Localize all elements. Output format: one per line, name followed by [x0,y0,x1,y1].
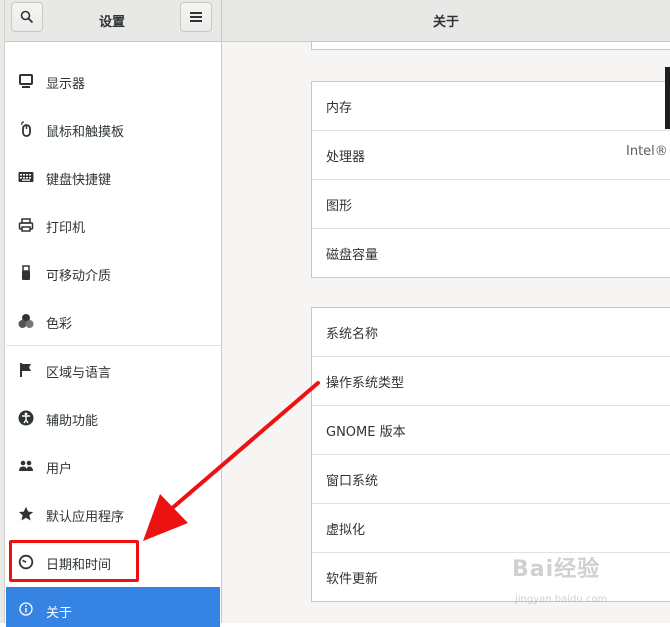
software-list: 系统名称 操作系统类型 GNOME 版本 窗口系统 虚拟化 软件更新 [311,307,670,602]
list-row-processor: 处理器 Intel® [312,131,670,180]
row-label: 软件更新 [326,572,379,587]
sidebar-item-label: 区域与语言 [46,366,112,381]
sidebar: 显示器 鼠标和触摸板 键盘快捷键 打印机 可移动介质 色彩 区域与语言 辅助功能… [0,42,222,627]
top-list-frame [311,42,670,50]
watermark-url: jingyan.baidu.com [515,594,608,605]
sidebar-item-color[interactable]: 色彩 [6,298,220,346]
list-row-virtualization: 虚拟化 [312,504,670,553]
annotation-highlight-box [9,540,139,582]
info-icon [19,602,33,616]
sidebar-item-keyboard[interactable]: 键盘快捷键 [6,154,220,202]
watermark-logo: Bai经验 [512,557,601,582]
sidebar-item-users[interactable]: 用户 [6,443,220,491]
sidebar-item-label: 打印机 [46,221,86,236]
row-label: 操作系统类型 [326,376,405,391]
list-row-os-type: 操作系统类型 [312,357,670,406]
sidebar-item-label: 键盘快捷键 [46,173,112,188]
hamburger-menu-icon [190,12,202,22]
sidebar-item-label: 显示器 [46,77,86,92]
list-row-graphics: 图形 [312,180,670,229]
sidebar-item-label: 可移动介质 [46,269,112,284]
star-icon [18,506,34,521]
row-label: 内存 [326,101,353,116]
row-value: Intel® [626,144,668,159]
list-row-gnome-version: GNOME 版本 [312,406,670,455]
sidebar-item-default-apps[interactable]: 默认应用程序 [6,491,220,539]
row-label: 虚拟化 [326,523,366,538]
sidebar-item-region-language[interactable]: 区域与语言 [6,347,220,395]
keyboard-icon [18,172,34,182]
sidebar-item-display[interactable]: 显示器 [6,58,220,106]
search-button[interactable] [11,2,43,32]
list-row-disk-capacity: 磁盘容量 [312,229,670,278]
row-label: 图形 [326,199,353,214]
list-row-software-updates[interactable]: 软件更新 [312,553,670,602]
row-label: GNOME 版本 [326,425,406,440]
search-icon [20,10,34,24]
sidebar-title: 设置 [98,15,125,30]
flag-icon [20,363,31,377]
row-label: 系统名称 [326,327,379,342]
sidebar-item-about[interactable]: 关于 [6,587,220,627]
hardware-list: 内存 处理器 Intel® 图形 磁盘容量 [311,81,670,278]
sidebar-item-mouse[interactable]: 鼠标和触摸板 [6,106,220,154]
window-edge-strip [665,67,670,129]
list-row-memory: 内存 [312,82,670,131]
sidebar-separator [6,345,221,346]
sidebar-item-label: 关于 [46,606,73,621]
sidebar-item-removable-media[interactable]: 可移动介质 [6,250,220,298]
users-icon [19,460,33,471]
printer-icon [18,218,34,232]
sidebar-item-printers[interactable]: 打印机 [6,202,220,250]
sidebar-item-label: 色彩 [46,317,73,332]
display-icon [19,74,33,88]
removable-media-icon [22,265,30,280]
header-bar: 设置 关于 [0,0,670,42]
page-title: 关于 [432,15,459,30]
list-row-os-name: 系统名称 [312,308,670,357]
sidebar-item-label: 鼠标和触摸板 [46,125,125,140]
sidebar-item-accessibility[interactable]: 辅助功能 [6,395,220,443]
accessibility-icon [18,410,34,426]
row-label: 磁盘容量 [326,248,379,263]
color-icon [18,314,34,328]
row-label: 处理器 [326,150,366,165]
sidebar-item-label: 默认应用程序 [46,510,125,525]
list-row-windowing-system: 窗口系统 [312,455,670,504]
row-label: 窗口系统 [326,474,379,489]
about-panel: 内存 处理器 Intel® 图形 磁盘容量 系统名称 操作系统类型 GNOME … [222,42,670,623]
sidebar-item-label: 用户 [46,462,73,477]
sidebar-item-label: 辅助功能 [46,414,99,429]
mouse-icon [21,121,31,137]
window-left-edge [0,0,5,623]
menu-button[interactable] [180,2,212,32]
